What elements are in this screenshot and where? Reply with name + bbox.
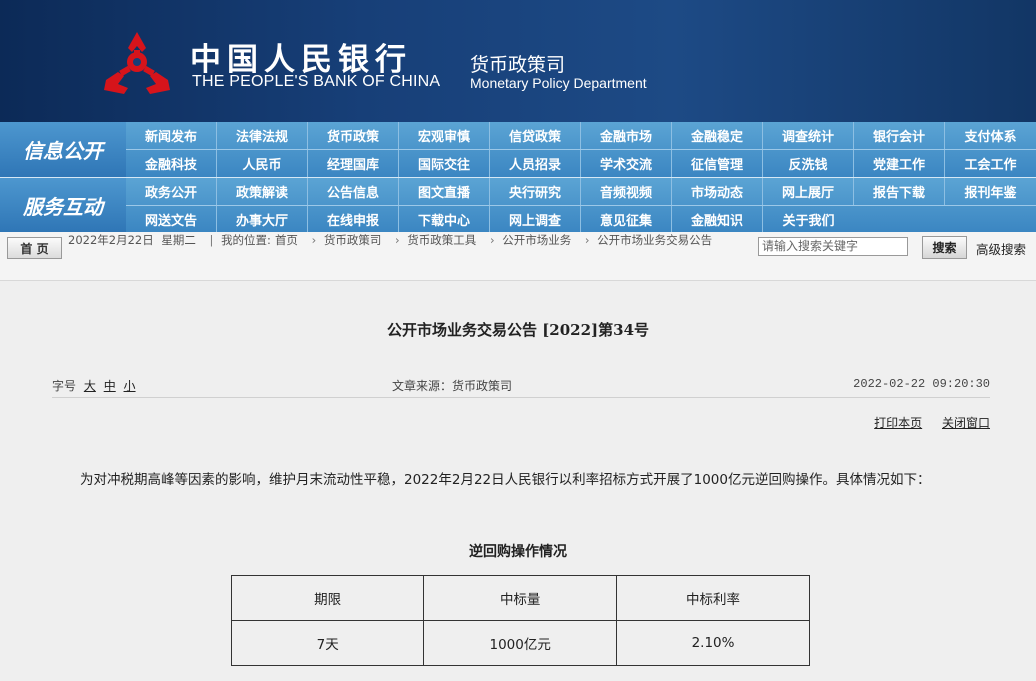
nav-service-interaction: 服务互动 政务公开 政策解读 公告信息 图文直播 央行研究 音频视频 市场动态 … [0, 178, 1036, 233]
advanced-search-link[interactable]: 高级搜索 [976, 239, 1026, 258]
home-button[interactable]: 首 页 [7, 237, 62, 259]
table-row: 7天 1000亿元 2.10% [230, 620, 810, 666]
article-timestamp: 2022-02-22 09:20:30 [853, 377, 990, 391]
table-header-cell: 中标量 [423, 575, 618, 621]
nav-item-policy-interpretation[interactable]: 政策解读 [217, 178, 308, 205]
pboc-emblem-icon[interactable] [98, 28, 176, 96]
article-source: 文章来源：货币政策司 [392, 379, 513, 393]
nav-item-statistics[interactable]: 调查统计 [763, 122, 854, 149]
nav-item-recruitment[interactable]: 人员招录 [490, 150, 581, 177]
breadcrumb-item-department[interactable]: 货币政策司 [324, 233, 382, 247]
search-button[interactable]: 搜索 [922, 236, 967, 259]
nav-item-laws[interactable]: 法律法规 [217, 122, 308, 149]
search-input[interactable]: 请输入搜索关键字 [758, 237, 908, 256]
nav-item-downloads[interactable]: 下载中心 [399, 206, 490, 233]
nav-item-financial-market[interactable]: 金融市场 [581, 122, 672, 149]
font-size-controls: 字号 大 中 小 [52, 377, 136, 394]
nav-item-gov-affairs[interactable]: 政务公开 [126, 178, 217, 205]
nav-group-label-service: 服务互动 [0, 178, 126, 232]
article-content: 公开市场业务交易公告 [2022]第34号 字号 大 中 小 文章来源：货币政策… [0, 281, 1036, 681]
nav-item-knowledge[interactable]: 金融知识 [672, 206, 763, 233]
breadcrumb-item-omo[interactable]: 公开市场业务 [502, 233, 571, 247]
chevron-right-icon: › [311, 233, 317, 247]
nav-item-news[interactable]: 新闻发布 [126, 122, 217, 149]
nav-item-rmb[interactable]: 人民币 [217, 150, 308, 177]
nav-item-live[interactable]: 图文直播 [399, 178, 490, 205]
breadcrumb: 2022年2月22日 星期二 | 我的位置: 首页 › 货币政策司 › 货币政策工… [68, 233, 758, 247]
nav-item-survey[interactable]: 网上调查 [490, 206, 581, 233]
nav-item-aml[interactable]: 反洗钱 [763, 150, 854, 177]
table-header-cell: 中标利率 [616, 575, 810, 621]
breadcrumb-item-tools[interactable]: 货币政策工具 [407, 233, 476, 247]
nav-row: 网送文告 办事大厅 在线申报 下载中心 网上调查 意见征集 金融知识 关于我们 [126, 206, 1036, 233]
table-header-cell: 期限 [230, 575, 425, 621]
breadcrumb-item-announcement[interactable]: 公开市场业务交易公告 [597, 233, 712, 247]
nav-group-label-info: 信息公开 [0, 122, 126, 177]
close-window-link[interactable]: 关闭窗口 [942, 416, 990, 430]
article-paragraph: 为对冲税期高峰等因素的影响，维护月末流动性平稳，2022年2月22日人民银行以利… [80, 472, 931, 488]
nav-item-payment[interactable]: 支付体系 [945, 122, 1036, 149]
reverse-repo-table: 期限 中标量 中标利率 7天 1000亿元 2.10% [230, 575, 810, 666]
nav-row: 政务公开 政策解读 公告信息 图文直播 央行研究 音频视频 市场动态 网上展厅 … [126, 178, 1036, 206]
nav-info-disclosure: 信息公开 新闻发布 法律法规 货币政策 宏观审慎 信贷政策 金融市场 金融稳定 … [0, 122, 1036, 177]
table-cell: 1000亿元 [423, 620, 618, 666]
nav-item-online-exhibition[interactable]: 网上展厅 [763, 178, 854, 205]
nav-item-documents[interactable]: 网送文告 [126, 206, 217, 233]
nav-item-treasury[interactable]: 经理国库 [308, 150, 399, 177]
nav-item-monetary-policy[interactable]: 货币政策 [308, 122, 399, 149]
nav-row: 新闻发布 法律法规 货币政策 宏观审慎 信贷政策 金融市场 金融稳定 调查统计 … [126, 122, 1036, 150]
nav-item-fintech[interactable]: 金融科技 [126, 150, 217, 177]
nav-item-credit-reporting[interactable]: 征信管理 [672, 150, 763, 177]
nav-item-announcements[interactable]: 公告信息 [308, 178, 399, 205]
nav-item-accounting[interactable]: 银行会计 [854, 122, 945, 149]
nav-item-market-news[interactable]: 市场动态 [672, 178, 763, 205]
chevron-right-icon: › [489, 233, 495, 247]
font-size-small-link[interactable]: 小 [124, 379, 136, 393]
table-title: 逆回购操作情况 [469, 544, 567, 560]
font-size-large-link[interactable]: 大 [84, 379, 96, 393]
nav-item-about[interactable]: 关于我们 [763, 206, 854, 233]
current-weekday: 星期二 [161, 233, 196, 247]
font-size-medium-link[interactable]: 中 [104, 379, 116, 393]
nav-item-union[interactable]: 工会工作 [945, 150, 1036, 177]
department-title-cn: 货币政策司 [470, 54, 566, 76]
nav-item-online-filing[interactable]: 在线申报 [308, 206, 399, 233]
divider: | [209, 233, 214, 247]
nav-item-academic[interactable]: 学术交流 [581, 150, 672, 177]
nav-item-credit-policy[interactable]: 信贷政策 [490, 122, 581, 149]
nav-item-international[interactable]: 国际交往 [399, 150, 490, 177]
department-title-en: Monetary Policy Department [470, 75, 647, 91]
nav-item-service-hall[interactable]: 办事大厅 [217, 206, 308, 233]
current-date: 2022年2月22日 [68, 233, 154, 247]
nav-item-macroprudential[interactable]: 宏观审慎 [399, 122, 490, 149]
nav-item-av[interactable]: 音频视频 [581, 178, 672, 205]
print-link[interactable]: 打印本页 [874, 416, 922, 430]
table-cell: 2.10% [616, 620, 810, 666]
nav-item-feedback[interactable]: 意见征集 [581, 206, 672, 233]
article-meta: 字号 大 中 小 文章来源：货币政策司 2022-02-22 09:20:30 [52, 377, 990, 398]
nav-item-party[interactable]: 党建工作 [854, 150, 945, 177]
nav-item-financial-stability[interactable]: 金融稳定 [672, 122, 763, 149]
table-cell: 7天 [230, 620, 425, 666]
site-header: 中国人民银行 THE PEOPLE'S BANK OF CHINA 货币政策司 … [0, 0, 1036, 122]
breadcrumb-item-home[interactable]: 首页 [275, 233, 298, 247]
nav-item-reports[interactable]: 报告下载 [854, 178, 945, 205]
location-prefix: 我的位置: [221, 233, 271, 247]
nav-row: 金融科技 人民币 经理国库 国际交往 人员招录 学术交流 征信管理 反洗钱 党建… [126, 150, 1036, 177]
font-size-label: 字号 [52, 379, 77, 393]
chevron-right-icon: › [395, 233, 400, 247]
table-header-row: 期限 中标量 中标利率 [230, 575, 810, 621]
breadcrumb-bar: 首 页 2022年2月22日 星期二 | 我的位置: 首页 › 货币政策司 › 货… [0, 232, 1036, 281]
site-title-en: THE PEOPLE'S BANK OF CHINA [192, 73, 441, 90]
chevron-right-icon: › [584, 233, 590, 247]
page-title: 公开市场业务交易公告 [2022]第34号 [386, 321, 650, 339]
article-tools: 打印本页 关闭窗口 [858, 414, 990, 431]
nav-item-yearbook[interactable]: 报刊年鉴 [945, 178, 1036, 205]
nav-item-research[interactable]: 央行研究 [490, 178, 581, 205]
